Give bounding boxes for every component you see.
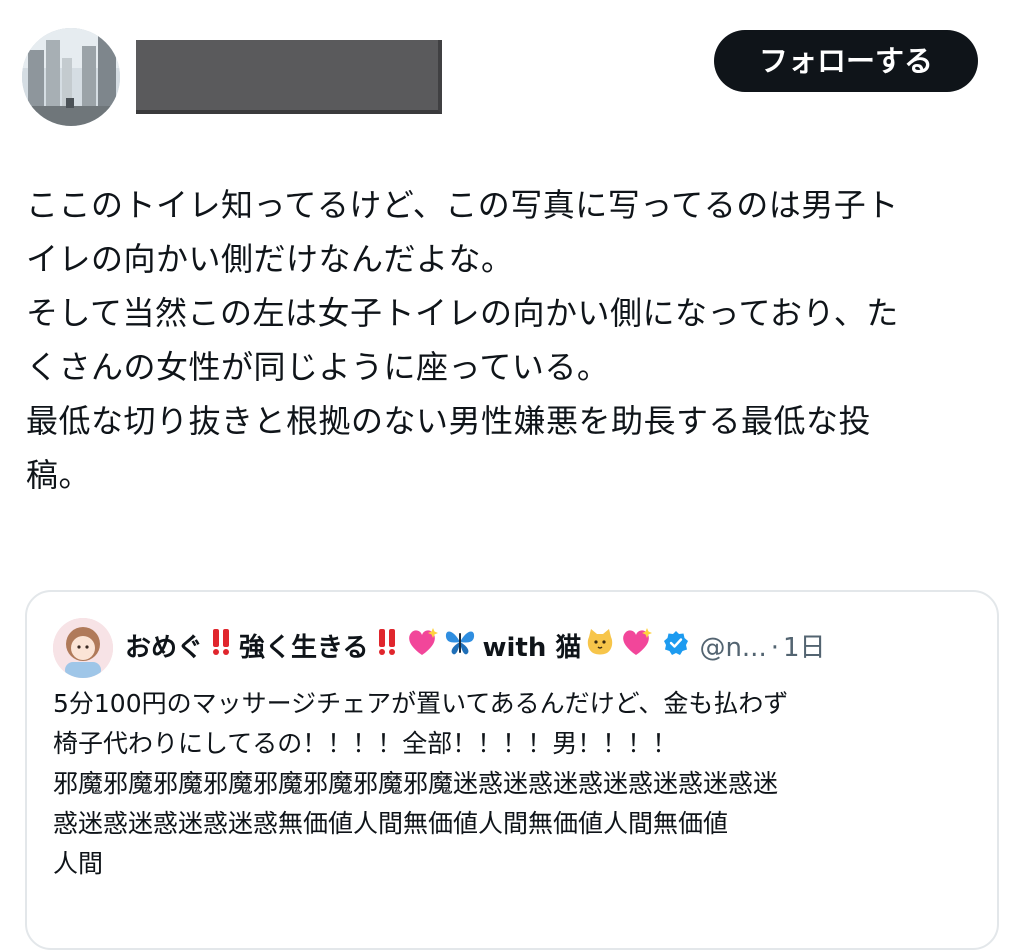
- quoted-name-row: おめぐ 強く生きる with 猫 @n... · 1日: [125, 626, 826, 670]
- post-header: フォローする: [22, 28, 982, 128]
- quoted-post-header: おめぐ 強く生きる with 猫 @n... · 1日: [53, 618, 973, 682]
- butterfly-emoji: [443, 627, 477, 669]
- sparkling-heart-emoji: [405, 626, 439, 670]
- quoted-author-handle[interactable]: @n...: [699, 628, 766, 668]
- follow-button[interactable]: フォローする: [714, 30, 978, 92]
- author-avatar[interactable]: [22, 28, 120, 126]
- quoted-author-name-part2[interactable]: 強く生きる: [239, 628, 368, 668]
- quoted-author-avatar[interactable]: [53, 618, 113, 678]
- separator-dot: ·: [770, 633, 779, 663]
- quoted-post-time[interactable]: 1日: [783, 628, 826, 668]
- double-exclamation-emoji: [211, 627, 233, 669]
- redacted-username: [136, 40, 442, 114]
- post-text: ここのトイレ知ってるけど、この写真に写ってるのは男子ト イレの向かい側だけなんだ…: [26, 186, 899, 494]
- double-exclamation-emoji: [377, 627, 399, 669]
- quoted-post-text: 5分100円のマッサージチェアが置いてあるんだけど、金も払わず 椅子代わりにして…: [53, 689, 789, 878]
- quoted-post-card[interactable]: おめぐ 強く生きる with 猫 @n... · 1日 5分100円のマッサージ…: [25, 590, 999, 950]
- sparkling-heart-emoji: [619, 626, 653, 670]
- verified-badge-icon: [663, 628, 689, 668]
- quoted-author-name-part1[interactable]: おめぐ: [125, 628, 203, 668]
- quoted-author-name-part3[interactable]: with 猫: [483, 628, 582, 668]
- cat-face-emoji: [585, 627, 615, 669]
